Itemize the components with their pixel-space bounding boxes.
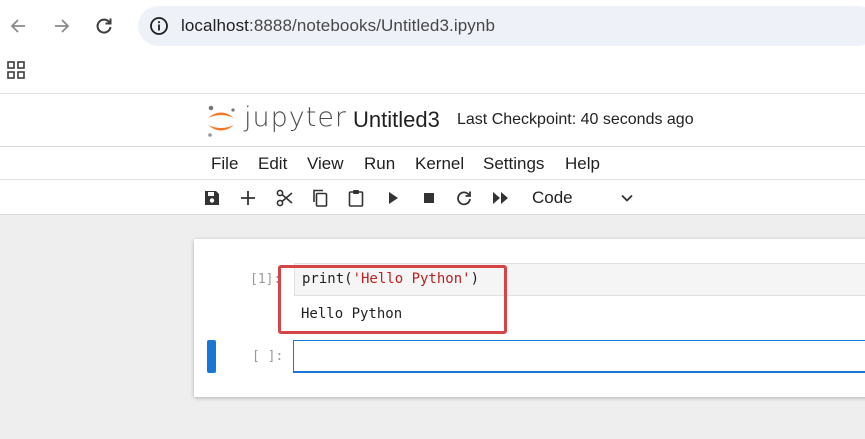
checkpoint-status: Last Checkpoint: 40 seconds ago [457,111,694,128]
run-icon [389,192,398,204]
apps-grid-icon[interactable] [7,61,25,79]
menu-bar: File Edit View Run Kernel Settings Help [0,148,865,180]
notebook-toolbar: Code [0,181,865,215]
paste-icon [348,190,364,207]
menu-run[interactable]: Run [364,154,395,174]
url-host: localhost [181,16,249,35]
url-text: localhost:8888/notebooks/Untitled3.ipynb [181,16,495,36]
menu-view[interactable]: View [307,154,344,174]
stop-icon [424,193,434,203]
cut-button[interactable] [275,188,295,208]
copy-icon [313,189,328,207]
back-button[interactable] [6,13,32,39]
run-all-icon [493,192,508,204]
run-all-button[interactable] [491,188,511,208]
back-arrow-icon [10,19,25,33]
chevron-down-icon [621,194,633,202]
forward-arrow-icon [55,19,70,33]
menu-file[interactable]: File [211,154,238,174]
address-bar[interactable]: localhost:8888/notebooks/Untitled3.ipynb [138,6,865,46]
cut-icon [276,189,293,207]
notebook-area: [1]: print('Hello Python') Hello Python … [0,215,865,439]
menu-edit[interactable]: Edit [258,154,287,174]
forward-button[interactable] [48,13,74,39]
save-icon [205,191,219,205]
restart-button[interactable] [454,188,474,208]
jupyter-logo-icon[interactable] [204,103,238,139]
save-button[interactable] [202,188,222,208]
notebook-title[interactable]: Untitled3 [353,107,440,133]
menu-kernel[interactable]: Kernel [415,154,464,174]
jupyter-wordmark: jupyter [244,102,348,133]
copy-button[interactable] [310,188,330,208]
code-cell-2-input[interactable] [293,340,865,373]
add-cell-icon [241,191,255,205]
highlight-annotation [278,265,507,334]
cell-2-prompt: [ ]: [252,349,284,364]
browser-toolbar: localhost:8888/notebooks/Untitled3.ipynb [0,0,865,52]
add-cell-button[interactable] [238,188,258,208]
menu-settings[interactable]: Settings [483,154,544,174]
url-path: :8888/notebooks/Untitled3.ipynb [249,16,495,35]
menu-help[interactable]: Help [565,154,600,174]
reload-button[interactable] [91,13,117,39]
site-info-icon[interactable] [149,16,169,36]
run-button[interactable] [383,188,403,208]
cell-1-prompt: [1]: [250,272,282,287]
paste-button[interactable] [346,188,366,208]
cell-type-select[interactable]: Code [524,186,640,210]
bookmarks-bar [0,52,865,94]
jupyter-header: jupyter Untitled3 Last Checkpoint: 40 se… [0,95,865,147]
stop-button[interactable] [419,188,439,208]
active-cell-indicator [207,340,216,373]
notebook-panel: [1]: print('Hello Python') Hello Python … [194,239,865,397]
reload-icon [96,18,112,34]
input-focus-underline [294,371,865,373]
cell-type-value: Code [532,188,573,207]
restart-icon [457,191,471,206]
